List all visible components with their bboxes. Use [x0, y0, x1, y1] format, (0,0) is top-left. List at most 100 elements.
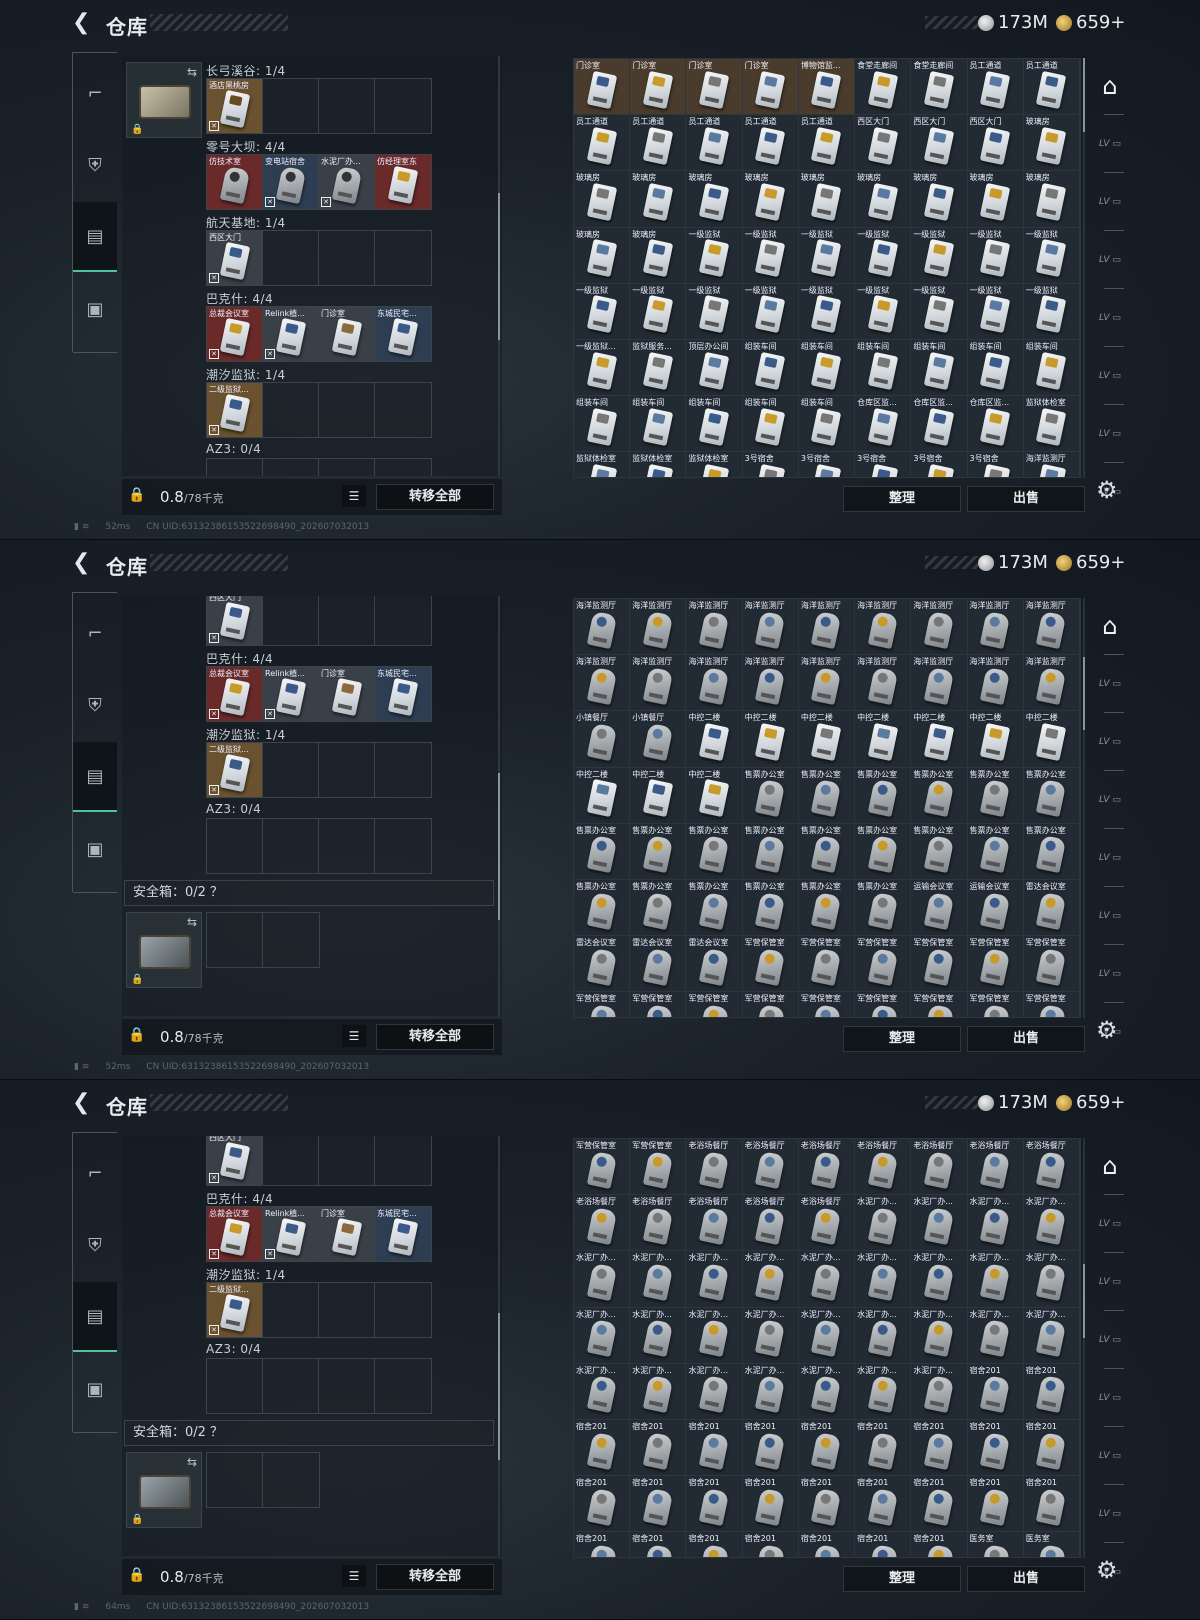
- warehouse-cell[interactable]: 海洋监测厅: [855, 655, 912, 712]
- warehouse-cell[interactable]: 宿舍201: [686, 1532, 743, 1557]
- warehouse-cell[interactable]: 水泥厂办...: [1023, 1195, 1080, 1252]
- warehouse-cell[interactable]: 组装车间: [798, 339, 856, 397]
- storage-cell[interactable]: [207, 913, 263, 967]
- warehouse-cell[interactable]: 宿舍201: [911, 1419, 968, 1477]
- warehouse-cell[interactable]: 宿舍201: [686, 1419, 743, 1477]
- gun-icon[interactable]: ⌐: [73, 598, 117, 668]
- warehouse-cell[interactable]: 售票办公室: [855, 767, 912, 824]
- warehouse-cell[interactable]: 员工通道: [742, 115, 799, 172]
- warehouse-cell[interactable]: 宿舍201: [855, 1476, 912, 1533]
- settings-gear-icon[interactable]: ⚙: [1096, 1556, 1118, 1584]
- warehouse-cell[interactable]: 军营保管室: [967, 992, 1024, 1017]
- right-scrollbar[interactable]: [1083, 58, 1085, 478]
- storage-cell[interactable]: 总裁会议室 ✕: [207, 307, 263, 361]
- warehouse-cell[interactable]: 雷达会议室: [630, 936, 687, 993]
- swap-icon[interactable]: ⇆: [187, 1455, 197, 1469]
- storage-cell[interactable]: [263, 913, 319, 967]
- warehouse-cell[interactable]: 一级监狱: [742, 227, 799, 284]
- warehouse-cell[interactable]: 水泥厂办...: [855, 1251, 912, 1308]
- storage-cell[interactable]: [263, 1136, 319, 1185]
- warehouse-cell[interactable]: 组装车间: [630, 396, 687, 453]
- warehouse-cell[interactable]: 雷达会议室: [1023, 879, 1080, 937]
- left-scroll-thumb[interactable]: [498, 192, 500, 340]
- armor-icon[interactable]: ⛨: [73, 1210, 117, 1280]
- warehouse-cell[interactable]: 玻璃房: [630, 171, 687, 228]
- warehouse-cell[interactable]: 雷达会议室: [574, 936, 631, 993]
- silver-currency[interactable]: 173M: [978, 12, 1048, 33]
- home-icon[interactable]: ⌂: [1092, 598, 1128, 654]
- warehouse-cell[interactable]: 3号宿舍: [798, 452, 856, 477]
- home-icon[interactable]: ⌂: [1092, 58, 1128, 114]
- right-scrollbar[interactable]: [1083, 598, 1085, 1018]
- warehouse-cell[interactable]: 宿舍201: [855, 1419, 912, 1477]
- warehouse-cell[interactable]: 玻璃房: [574, 171, 631, 228]
- warehouse-cell[interactable]: 西区大门: [911, 115, 968, 172]
- right-scroll-thumb[interactable]: [1083, 58, 1085, 132]
- warehouse-cell[interactable]: 海洋监测厅: [574, 655, 631, 712]
- right-scroll-thumb[interactable]: [1083, 656, 1085, 731]
- warehouse-cell[interactable]: 老浴场餐厅: [798, 1195, 856, 1252]
- warehouse-cell[interactable]: 售票办公室: [798, 823, 856, 880]
- warehouse-cell[interactable]: 售票办公室: [967, 767, 1024, 824]
- storage-cell[interactable]: [263, 231, 319, 285]
- gold-currency[interactable]: 659+: [1056, 1092, 1125, 1113]
- storage-cell[interactable]: 二级监狱... ✕: [207, 1283, 263, 1337]
- warehouse-cell[interactable]: 水泥厂办...: [855, 1363, 912, 1420]
- warehouse-cell[interactable]: 海洋监测厅: [798, 599, 856, 656]
- sort-button[interactable]: 整理: [843, 1026, 961, 1052]
- warehouse-cell[interactable]: 老浴场餐厅: [574, 1195, 631, 1252]
- warehouse-cell[interactable]: 老浴场餐厅: [967, 1139, 1024, 1196]
- warehouse-cell[interactable]: 一级监狱: [855, 283, 912, 340]
- warehouse-cell[interactable]: 售票办公室: [686, 879, 743, 937]
- lv0-card-icon[interactable]: LV ▭: [1092, 1486, 1128, 1542]
- warehouse-cell[interactable]: 宿舍201: [574, 1476, 631, 1533]
- warehouse-cell[interactable]: 水泥厂办...: [686, 1307, 743, 1364]
- storage-cell[interactable]: [263, 1453, 319, 1507]
- storage-cell[interactable]: [319, 596, 375, 645]
- warehouse-cell[interactable]: 军营保管室: [855, 936, 912, 993]
- warehouse-cell[interactable]: 水泥厂办...: [742, 1363, 799, 1420]
- warehouse-cell[interactable]: 老浴场餐厅: [686, 1139, 743, 1196]
- warehouse-cell[interactable]: 博物馆监...: [798, 59, 856, 116]
- lv0-card-icon[interactable]: LV ▭: [1092, 946, 1128, 1002]
- settings-gear-icon[interactable]: ⚙: [1096, 476, 1118, 504]
- storage-cell[interactable]: 东城民宅...: [375, 1207, 431, 1261]
- lv3-card-icon[interactable]: LV ▭: [1092, 772, 1128, 828]
- storage-cell[interactable]: [375, 79, 431, 133]
- warehouse-cell[interactable]: 一级监狱: [574, 283, 631, 340]
- warehouse-cell[interactable]: 售票办公室: [742, 823, 799, 880]
- safe-box-header[interactable]: 安全箱：0/2 ？: [124, 1420, 494, 1446]
- storage-cell[interactable]: [375, 596, 431, 645]
- storage-cell[interactable]: [319, 1283, 375, 1337]
- warehouse-cell[interactable]: 海洋监测厅: [630, 655, 687, 712]
- warehouse-cell[interactable]: 军营保管室: [630, 992, 687, 1017]
- warehouse-cell[interactable]: 水泥厂办...: [798, 1363, 856, 1420]
- swap-icon[interactable]: ⇆: [187, 65, 197, 79]
- briefcase-icon[interactable]: ▣: [73, 814, 117, 884]
- storage-cell[interactable]: [319, 459, 375, 476]
- warehouse-cell[interactable]: 海洋监测厅: [686, 655, 743, 712]
- warehouse-cell[interactable]: 水泥厂办...: [630, 1363, 687, 1420]
- warehouse-cell[interactable]: 军营保管室: [742, 992, 799, 1017]
- warehouse-cell[interactable]: 海洋监测厅: [574, 599, 631, 656]
- lv1-card-icon[interactable]: LV ▭: [1092, 1428, 1128, 1484]
- warehouse-cell[interactable]: 医务室: [967, 1532, 1024, 1557]
- warehouse-cell[interactable]: 一级监狱: [686, 283, 743, 340]
- warehouse-cell[interactable]: 雷达会议室: [686, 936, 743, 993]
- lv3-card-icon[interactable]: LV ▭: [1092, 1312, 1128, 1368]
- safe-box-header[interactable]: 安全箱：0/2 ？: [124, 880, 494, 906]
- warehouse-cell[interactable]: 售票办公室: [574, 823, 631, 880]
- storage-cell[interactable]: [375, 743, 431, 797]
- warehouse-cell[interactable]: 老浴场餐厅: [855, 1139, 912, 1196]
- warehouse-cell[interactable]: 一级监狱: [967, 227, 1024, 284]
- warehouse-cell[interactable]: 售票办公室: [911, 767, 968, 824]
- storage-cell[interactable]: [375, 231, 431, 285]
- warehouse-cell[interactable]: 海洋监测厅: [630, 599, 687, 656]
- warehouse-cell[interactable]: 水泥厂办...: [855, 1307, 912, 1364]
- right-scrollbar[interactable]: [1083, 1138, 1085, 1558]
- storage-cell[interactable]: 东城民宅...: [375, 307, 431, 361]
- warehouse-cell[interactable]: 组装车间: [798, 396, 856, 453]
- warehouse-cell[interactable]: 售票办公室: [742, 879, 799, 937]
- warehouse-cell[interactable]: 海洋监测厅: [855, 599, 912, 656]
- warehouse-cell[interactable]: 中控二楼: [967, 711, 1024, 768]
